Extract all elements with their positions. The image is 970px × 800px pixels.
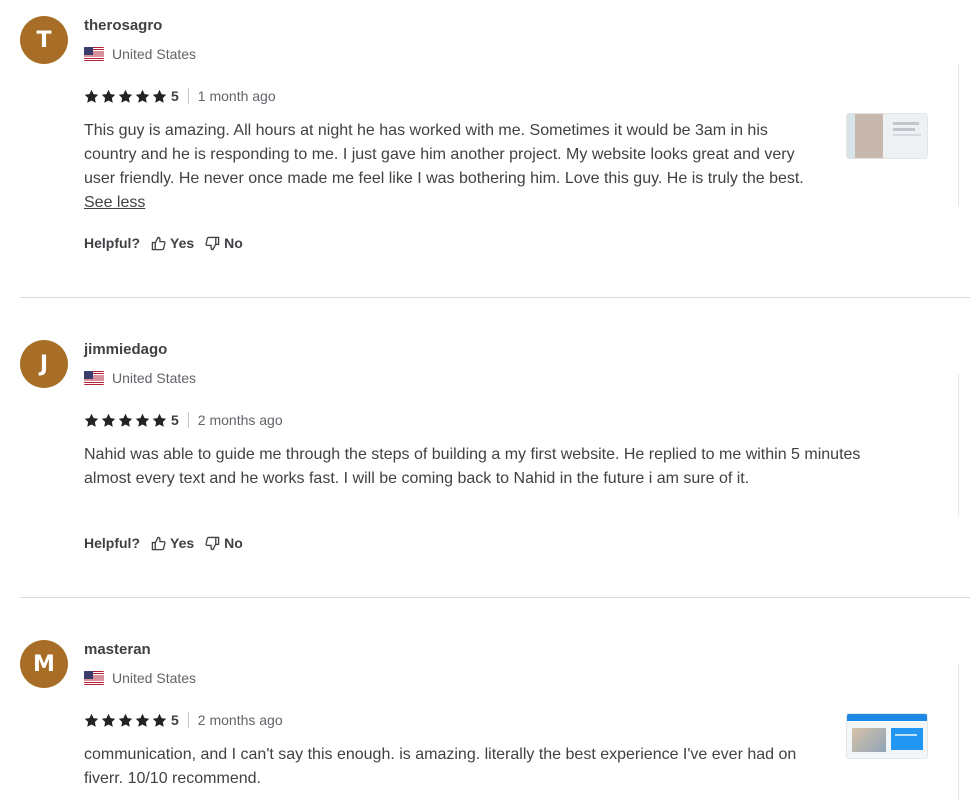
review-text: Nahid was able to guide me through the s…: [84, 446, 861, 487]
star-icon: [118, 89, 133, 103]
reviewer-username[interactable]: masteran: [84, 641, 151, 658]
reviewer-country: United States: [84, 370, 196, 386]
rating-row: 5 2 months ago: [84, 411, 283, 429]
star-icon: [135, 713, 150, 727]
helpful-label: Helpful?: [84, 235, 140, 251]
star-icon: [84, 713, 99, 727]
star-icon: [118, 713, 133, 727]
country-label: United States: [112, 370, 197, 386]
thumbs-down-icon: [205, 536, 220, 550]
helpful-yes-button[interactable]: Yes: [151, 235, 194, 251]
star-icon: [118, 413, 133, 427]
star-rating: [84, 413, 167, 428]
reviewer-username[interactable]: therosagro: [84, 17, 162, 34]
thumbs-up-icon: [151, 236, 166, 250]
review-body: This guy is amazing. All hours at night …: [84, 122, 804, 187]
review-time: 2 months ago: [197, 712, 283, 728]
us-flag-icon: [84, 371, 104, 385]
helpful-yes-button[interactable]: Yes: [151, 535, 194, 551]
helpful-no-button[interactable]: No: [205, 235, 243, 251]
star-icon: [84, 89, 99, 103]
helpful-row: Helpful? Yes No: [84, 235, 254, 251]
review-attachment-thumbnail[interactable]: [846, 113, 928, 159]
yes-label: Yes: [170, 535, 195, 551]
divider: [187, 88, 189, 104]
rating-row: 5 1 month ago: [84, 87, 276, 105]
avatar[interactable]: J: [20, 340, 68, 388]
review-text: This guy is amazing. All hours at night …: [84, 119, 814, 215]
star-icon: [152, 89, 167, 103]
see-less-link[interactable]: See less: [84, 194, 145, 211]
reviewer-country: United States: [84, 670, 196, 686]
review-attachment-thumbnail[interactable]: [846, 713, 928, 759]
avatar[interactable]: T: [20, 16, 68, 64]
us-flag-icon: [84, 671, 104, 685]
yes-label: Yes: [170, 235, 195, 251]
rating-row: 5 2 months ago: [84, 711, 283, 729]
star-icon: [152, 713, 167, 727]
scroll-edge: [958, 374, 959, 516]
no-label: No: [224, 235, 243, 251]
rating-value: 5: [171, 412, 179, 428]
thumbs-down-icon: [205, 236, 220, 250]
divider: [187, 412, 189, 428]
scroll-edge: [958, 664, 959, 800]
avatar[interactable]: M: [20, 640, 68, 688]
star-icon: [152, 413, 167, 427]
review-divider: [20, 297, 970, 298]
country-label: United States: [112, 670, 197, 686]
rating-value: 5: [171, 712, 179, 728]
review-time: 2 months ago: [197, 412, 283, 428]
helpful-no-button[interactable]: No: [205, 535, 243, 551]
star-icon: [135, 89, 150, 103]
reviewer-username[interactable]: jimmiedago: [84, 341, 167, 358]
helpful-row: Helpful? Yes No: [84, 535, 254, 551]
star-icon: [101, 413, 116, 427]
star-icon: [84, 413, 99, 427]
country-label: United States: [112, 46, 197, 62]
us-flag-icon: [84, 47, 104, 61]
star-icon: [135, 413, 150, 427]
divider: [187, 712, 189, 728]
thumbs-up-icon: [151, 536, 166, 550]
star-rating: [84, 89, 167, 104]
star-icon: [101, 713, 116, 727]
scroll-edge: [958, 64, 959, 206]
helpful-label: Helpful?: [84, 535, 140, 551]
star-icon: [101, 89, 116, 103]
star-rating: [84, 713, 167, 728]
reviewer-country: United States: [84, 46, 196, 62]
review-time: 1 month ago: [197, 88, 276, 104]
review-divider: [20, 597, 970, 598]
rating-value: 5: [171, 88, 179, 104]
review-text: communication, and I can't say this enou…: [84, 746, 797, 787]
no-label: No: [224, 535, 243, 551]
